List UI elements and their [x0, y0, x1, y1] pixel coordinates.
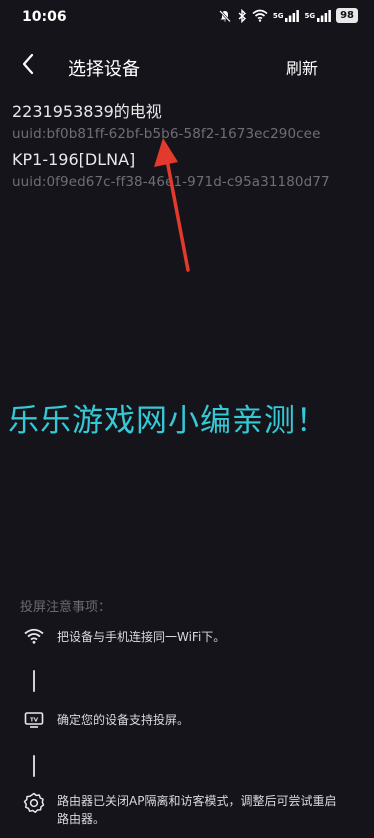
wifi-status-icon: [252, 9, 268, 22]
tip-item: TV 确定您的设备支持投屏。: [20, 711, 347, 729]
tip-text: 确定您的设备支持投屏。: [57, 713, 190, 727]
tip-item: 把设备与手机连接同一WiFi下。: [20, 628, 347, 646]
watermark-text: 乐乐游戏网小编亲测！: [8, 403, 328, 439]
tv-icon: TV: [20, 711, 48, 729]
tip-connector: [33, 670, 35, 692]
bluetooth-icon: [237, 8, 247, 23]
status-icons: 5G 5G 98: [218, 8, 358, 23]
status-time: 10:06: [22, 9, 67, 25]
svg-text:TV: TV: [30, 718, 39, 724]
tip-text: 把设备与手机连接同一WiFi下。: [57, 630, 226, 644]
tip-text: 路由器已关闭AP隔离和访客模式，调整后可尝试重启路由器。: [57, 794, 337, 826]
device-name: 2231953839的电视: [12, 102, 162, 121]
mute-icon: [218, 9, 232, 23]
tips-title: 投屏注意事项：: [20, 600, 112, 615]
page-title: 选择设备: [68, 59, 140, 80]
signal-label-2: 5G: [304, 11, 316, 20]
refresh-button[interactable]: 刷新: [286, 55, 318, 79]
signal-label-1: 5G: [272, 11, 284, 20]
header: 选择设备 刷新: [0, 44, 374, 90]
signal-icon-2: [317, 9, 331, 22]
wifi-icon: [20, 628, 48, 644]
tip-item: 路由器已关闭AP隔离和访客模式，调整后可尝试重启路由器。: [20, 792, 347, 828]
battery-indicator: 98: [336, 8, 358, 23]
back-button[interactable]: [14, 52, 42, 80]
gear-icon: [20, 792, 48, 814]
chevron-left-icon: [21, 53, 35, 79]
status-bar: 10:06 5G 5G 98: [0, 0, 374, 36]
tip-connector: [33, 755, 35, 777]
signal-icon-1: [285, 9, 300, 22]
annotation-arrow: [150, 135, 195, 279]
